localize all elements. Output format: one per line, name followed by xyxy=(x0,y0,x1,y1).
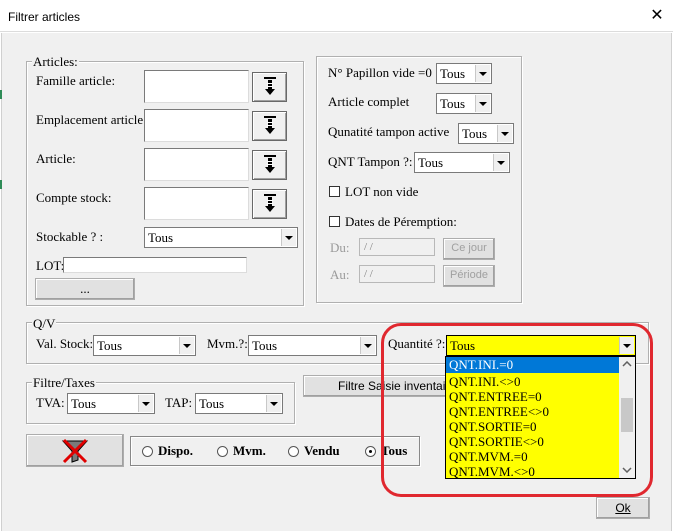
radio-vendu[interactable] xyxy=(288,446,299,457)
taxes-group-label: Filtre/Taxes xyxy=(32,375,96,391)
articles-group-label: Articles: xyxy=(32,54,79,70)
stockable-select[interactable]: Tous xyxy=(144,227,298,248)
article-input[interactable] xyxy=(144,148,249,181)
qv-group-label: Q/V xyxy=(32,316,57,332)
compte-stock-input[interactable] xyxy=(144,187,249,220)
famille-input[interactable] xyxy=(144,70,249,103)
lot-non-vide-label: LOT non vide xyxy=(345,184,419,199)
papillon-value: Tous xyxy=(440,66,466,81)
mvm-select[interactable]: Tous xyxy=(248,335,377,356)
list-picker-icon xyxy=(263,77,276,95)
papillon-label: N° Papillon vide =0 xyxy=(328,65,432,80)
article-complet-select[interactable]: Tous xyxy=(436,93,492,114)
tampon-active-value: Tous xyxy=(462,126,488,141)
chevron-down-icon[interactable] xyxy=(138,395,153,412)
article-complet-value: Tous xyxy=(440,96,466,111)
clear-filter-button[interactable] xyxy=(26,434,124,467)
window-title: Filtrer articles xyxy=(8,10,81,24)
tva-value: Tous xyxy=(71,396,97,411)
tap-label: TAP: xyxy=(165,395,193,410)
chevron-down-icon[interactable] xyxy=(475,95,490,112)
lot-input[interactable] xyxy=(63,257,247,273)
chevron-down-icon[interactable] xyxy=(179,337,194,354)
compte-stock-label: Compte stock: xyxy=(36,190,112,205)
mvm-value: Tous xyxy=(252,338,278,353)
article-label: Article: xyxy=(36,151,76,166)
article-complet-label: Article complet xyxy=(328,94,410,109)
chevron-down-icon[interactable] xyxy=(360,337,375,354)
background-window-edge xyxy=(0,180,2,189)
peremption-checkbox[interactable] xyxy=(329,216,340,227)
emplacement-input[interactable] xyxy=(144,109,249,142)
background-window-edge xyxy=(0,90,2,99)
val-stock-value: Tous xyxy=(97,338,123,353)
qnt-tampon-value: Tous xyxy=(418,155,444,170)
famille-label: Famille article: xyxy=(36,73,116,88)
tampon-active-label: Qunatité tampon active xyxy=(328,124,450,139)
au-label: Au: xyxy=(330,267,350,282)
list-picker-icon xyxy=(263,155,276,173)
ellipsis-button[interactable]: ... xyxy=(35,278,135,300)
stockable-value: Tous xyxy=(148,230,174,245)
ce-jour-button[interactable]: Ce jour xyxy=(443,238,495,260)
highlight-annotation xyxy=(381,323,653,497)
tap-select[interactable]: Tous xyxy=(195,393,283,414)
compte-stock-picker-button[interactable] xyxy=(252,189,287,219)
emplacement-picker-button[interactable] xyxy=(252,111,287,141)
title-bar xyxy=(0,0,673,32)
tva-label: TVA: xyxy=(36,395,65,410)
stockable-label: Stockable ? : xyxy=(36,229,104,244)
list-picker-icon xyxy=(263,194,276,212)
papillon-select[interactable]: Tous xyxy=(436,63,492,84)
ok-button[interactable]: Ok xyxy=(596,497,650,519)
famille-picker-button[interactable] xyxy=(252,72,287,102)
du-date-input[interactable]: / / xyxy=(359,238,435,256)
article-picker-button[interactable] xyxy=(252,150,287,180)
val-stock-select[interactable]: Tous xyxy=(93,335,196,356)
du-label: Du: xyxy=(330,240,350,255)
emplacement-label: Emplacement article: xyxy=(36,112,147,127)
tampon-active-select[interactable]: Tous xyxy=(458,123,514,144)
close-icon[interactable]: ✕ xyxy=(648,7,666,25)
lot-non-vide-checkbox[interactable] xyxy=(329,186,340,197)
tva-select[interactable]: Tous xyxy=(67,393,155,414)
radio-dispo-label: Dispo. xyxy=(158,443,194,458)
au-date-input[interactable]: / / xyxy=(359,265,435,283)
qnt-tampon-label: QNT Tampon ?: xyxy=(328,154,413,169)
radio-vendu-label: Vendu xyxy=(304,443,340,458)
chevron-down-icon[interactable] xyxy=(281,229,296,246)
radio-dispo[interactable] xyxy=(142,446,153,457)
chevron-down-icon[interactable] xyxy=(497,125,512,142)
chevron-down-icon[interactable] xyxy=(475,65,490,82)
radio-tous[interactable] xyxy=(365,446,376,457)
chevron-down-icon[interactable] xyxy=(493,154,508,171)
periode-button[interactable]: Période xyxy=(443,265,495,287)
mvm-label: Mvm.?: xyxy=(207,336,248,351)
chevron-down-icon[interactable] xyxy=(266,395,281,412)
tap-value: Tous xyxy=(199,396,225,411)
qnt-tampon-select[interactable]: Tous xyxy=(414,152,510,173)
clear-filter-icon xyxy=(61,438,89,463)
lot-label: LOT: xyxy=(36,258,65,273)
radio-mvm[interactable] xyxy=(217,446,228,457)
list-picker-icon xyxy=(263,116,276,134)
radio-mvm-label: Mvm. xyxy=(233,443,266,458)
peremption-label: Dates de Péremption: xyxy=(345,214,457,229)
val-stock-label: Val. Stock: xyxy=(36,336,94,351)
